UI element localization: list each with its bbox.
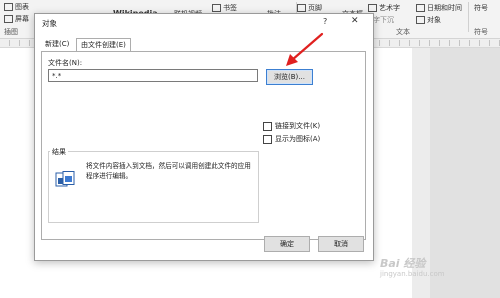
group-symbols: 符号 bbox=[474, 28, 488, 36]
ribbon-wordart-button[interactable]: 艺术字 bbox=[368, 3, 400, 13]
link-to-file-label: 链接到文件(K) bbox=[275, 122, 321, 130]
display-as-icon-label: 显示为图标(A) bbox=[275, 135, 321, 143]
wordart-icon bbox=[368, 4, 377, 12]
group-text: 文本 bbox=[396, 28, 410, 36]
watermark: Bai 经验 jingyan.baidu.com bbox=[380, 255, 445, 278]
annotation-arrow-icon bbox=[286, 32, 324, 66]
group-illustrations: 插图 bbox=[4, 28, 18, 36]
chart-icon bbox=[4, 3, 13, 11]
tab-create-from-file[interactable]: 由文件创建(E) bbox=[76, 38, 131, 52]
dialog-titlebar[interactable]: 对象 ? ✕ bbox=[35, 14, 373, 31]
ribbon-object-button[interactable]: 对象 bbox=[416, 15, 441, 25]
result-description: 将文件内容插入到文档，然后可以调用创建此文件的应用程序进行编辑。 bbox=[86, 162, 251, 180]
ribbon-footer-button[interactable]: 页脚 bbox=[297, 3, 322, 13]
ribbon-chart-button[interactable]: 图表 bbox=[4, 2, 29, 12]
watermark-logo: Bai 经验 bbox=[380, 257, 426, 270]
footer-icon bbox=[297, 4, 306, 12]
calendar-icon bbox=[416, 4, 425, 12]
display-as-icon-checkbox[interactable]: 显示为图标(A) bbox=[263, 134, 320, 144]
object-icon bbox=[416, 16, 425, 24]
checkbox-box[interactable] bbox=[263, 134, 272, 144]
ribbon-symbol-button[interactable]: 符号 bbox=[474, 3, 488, 13]
screenshot-icon bbox=[4, 15, 13, 23]
file-name-input[interactable]: *.* bbox=[48, 69, 258, 82]
help-button[interactable]: ? bbox=[323, 17, 327, 26]
insert-file-icon bbox=[55, 171, 75, 187]
link-to-file-checkbox[interactable]: 链接到文件(K) bbox=[263, 121, 320, 131]
ribbon-datetime-button[interactable]: 日期和时间 bbox=[416, 3, 462, 13]
tab-create-new[interactable]: 新建(C) bbox=[41, 38, 73, 51]
dialog-title: 对象 bbox=[42, 19, 57, 28]
browse-button[interactable]: 浏览(B)... bbox=[266, 69, 313, 85]
ok-button[interactable]: 确定 bbox=[264, 236, 310, 252]
bookmark-icon bbox=[212, 4, 221, 12]
cancel-button[interactable]: 取消 bbox=[318, 236, 364, 252]
ribbon-screenshot-button[interactable]: 屏幕 bbox=[4, 14, 29, 24]
file-name-label: 文件名(N): bbox=[48, 59, 83, 67]
result-label: 结果 bbox=[50, 147, 68, 157]
close-button[interactable]: ✕ bbox=[351, 16, 359, 26]
watermark-url: jingyan.baidu.com bbox=[380, 270, 445, 278]
checkbox-box[interactable] bbox=[263, 121, 272, 131]
ribbon-divider bbox=[468, 2, 469, 32]
ribbon-bookmark-button[interactable]: 书签 bbox=[212, 3, 237, 13]
